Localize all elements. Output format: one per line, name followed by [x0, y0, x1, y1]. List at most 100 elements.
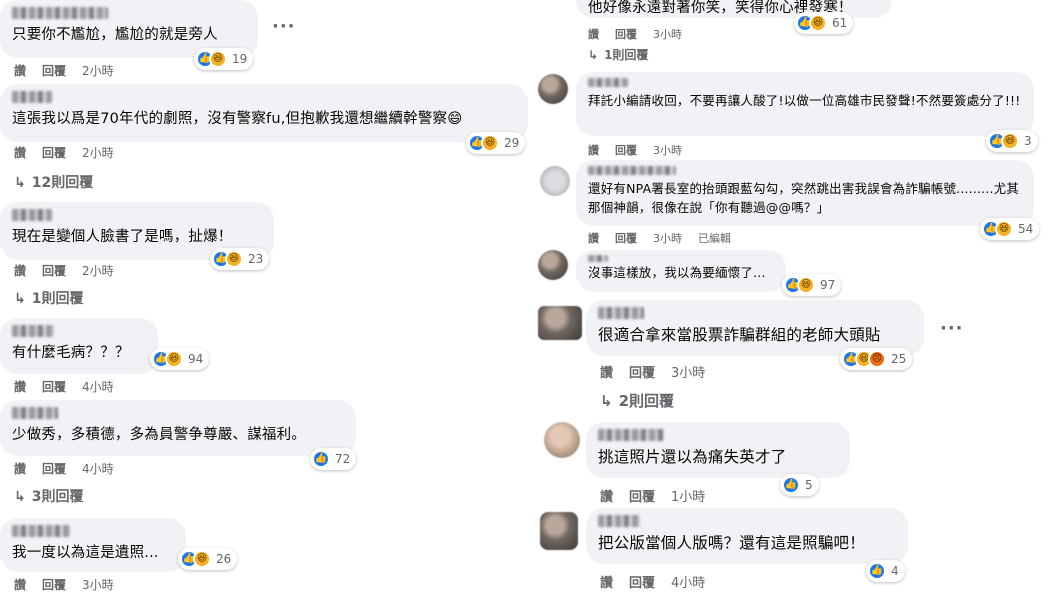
commenter-name[interactable]	[12, 407, 58, 419]
comment-bubble[interactable]: 有什麼毛病？？？	[0, 318, 158, 374]
reaction-summary[interactable]: 👍 72	[310, 448, 357, 470]
like-button[interactable]: 讚	[14, 262, 26, 279]
reaction-summary[interactable]: 👍 😆 97	[782, 274, 842, 296]
reaction-summary[interactable]: 👍 😆 😠 25	[840, 348, 913, 370]
comment-bubble[interactable]: 拜託小編請收回，不要再讓人酸了!以做一位高雄市民發聲!不然要簽處分了!!!	[576, 72, 1034, 136]
like-button[interactable]: 讚	[14, 460, 26, 477]
comment-timestamp[interactable]: 3小時	[653, 142, 682, 158]
reply-button[interactable]: 回覆	[42, 378, 66, 395]
reaction-summary[interactable]: 👍 😆 19	[194, 48, 254, 70]
commenter-name[interactable]	[12, 209, 52, 221]
commenter-name[interactable]	[12, 325, 54, 337]
commenter-name[interactable]	[598, 307, 644, 319]
reaction-summary[interactable]: 👍 😆 61	[794, 12, 854, 34]
comment-text: 我一度以為這是遺照...	[12, 545, 159, 561]
comment-timestamp[interactable]: 1小時	[671, 486, 705, 505]
haha-reaction-icon: 😆	[193, 550, 211, 568]
comment-bubble[interactable]: 這張我以爲是70年代的劇照，沒有警察fu,但抱歉我還想繼續幹警察😄	[0, 84, 528, 142]
reply-button[interactable]: 回覆	[42, 262, 66, 279]
commenter-avatar[interactable]	[538, 250, 568, 280]
commenter-name[interactable]	[588, 78, 628, 87]
comment-timestamp[interactable]: 3小時	[671, 362, 705, 381]
commenter-avatar[interactable]	[540, 166, 570, 196]
commenter-avatar[interactable]	[540, 512, 578, 550]
reply-button[interactable]: 回覆	[42, 576, 66, 593]
commenter-avatar[interactable]	[544, 422, 580, 458]
commenter-name[interactable]	[12, 91, 52, 103]
reaction-summary[interactable]: 👍 😆 3	[986, 130, 1038, 152]
angry-reaction-icon: 😠	[868, 350, 886, 368]
commenter-avatar[interactable]	[538, 74, 568, 104]
more-options-icon[interactable]: ···	[940, 318, 964, 339]
view-replies-link[interactable]: ↳ 1則回覆	[588, 46, 648, 63]
commenter-name[interactable]	[12, 525, 70, 537]
like-button[interactable]: 讚	[14, 378, 26, 395]
haha-reaction-icon: 😆	[209, 50, 227, 68]
comment-timestamp[interactable]: 3小時	[653, 230, 682, 246]
comment-timestamp[interactable]: 4小時	[82, 460, 114, 477]
like-button[interactable]: 讚	[14, 62, 26, 79]
reaction-summary[interactable]: 👍 😆 94	[150, 348, 210, 370]
commenter-avatar[interactable]	[538, 306, 582, 340]
like-button[interactable]: 讚	[600, 486, 613, 505]
comment-timestamp[interactable]: 2小時	[82, 262, 114, 279]
reply-button[interactable]: 回覆	[42, 62, 66, 79]
comment-timestamp[interactable]: 4小時	[82, 378, 114, 395]
comment-bubble[interactable]: 少做秀，多積德，多為員警争尊嚴、謀福利。	[0, 400, 356, 456]
like-button[interactable]: 讚	[14, 576, 26, 593]
reaction-summary[interactable]: 👍 😆 29	[466, 132, 526, 154]
reply-button[interactable]: 回覆	[615, 142, 637, 158]
haha-reaction-icon: 😆	[225, 250, 243, 268]
haha-reaction-icon: 😆	[797, 276, 815, 294]
comment-bubble[interactable]: 我一度以為這是遺照...	[0, 518, 186, 572]
like-button[interactable]: 讚	[588, 26, 599, 42]
reaction-summary[interactable]: 👍 😆 26	[178, 548, 238, 570]
comment-bubble[interactable]: 把公版當個人版嗎？還有這是照騙吧！	[586, 508, 908, 564]
reply-button[interactable]: 回覆	[615, 26, 637, 42]
like-reaction-icon: 👍	[312, 450, 330, 468]
commenter-name[interactable]	[598, 515, 640, 527]
comment-actions: 讚 回覆 3小時	[588, 26, 682, 42]
reply-button[interactable]: 回覆	[42, 460, 66, 477]
view-replies-link[interactable]: ↳ 12則回覆	[14, 172, 93, 192]
comment-actions: 讚 回覆 4小時	[14, 378, 114, 395]
comment-bubble[interactable]: 沒事這樣放，我以為要緬懷了...	[576, 250, 786, 292]
haha-reaction-icon: 😆	[1001, 132, 1019, 150]
reply-arrow-icon: ↳	[14, 291, 26, 307]
commenter-name[interactable]	[598, 429, 664, 441]
comment-timestamp[interactable]: 3小時	[82, 576, 114, 593]
commenter-name[interactable]	[588, 166, 676, 175]
like-button[interactable]: 讚	[14, 144, 26, 161]
haha-reaction-icon: 😆	[165, 350, 183, 368]
more-options-icon[interactable]: ···	[272, 16, 296, 37]
reply-button[interactable]: 回覆	[42, 144, 66, 161]
reaction-summary[interactable]: 👍 😆 54	[980, 218, 1040, 240]
haha-reaction-icon: 😆	[809, 14, 827, 32]
comment-timestamp[interactable]: 4小時	[671, 572, 705, 591]
reaction-count: 4	[891, 564, 899, 578]
like-reaction-icon: 👍	[868, 562, 886, 580]
like-button[interactable]: 讚	[600, 362, 613, 381]
like-button[interactable]: 讚	[600, 572, 613, 591]
like-button[interactable]: 讚	[588, 142, 599, 158]
reply-button[interactable]: 回覆	[629, 486, 655, 505]
reply-button[interactable]: 回覆	[629, 362, 655, 381]
comment-bubble[interactable]: 還好有NPA署長室的抬頭跟藍勾勾，突然跳出害我誤會為詐騙帳號.........尤…	[576, 160, 1034, 226]
view-replies-link[interactable]: ↳ 2則回覆	[600, 390, 674, 411]
reaction-summary[interactable]: 👍 😆 23	[210, 248, 270, 270]
view-replies-link[interactable]: ↳ 1則回覆	[14, 288, 83, 308]
like-reaction-icon: 👍	[782, 476, 800, 494]
comment-actions: 讚 回覆 2小時	[14, 62, 114, 79]
like-button[interactable]: 讚	[588, 230, 599, 246]
reaction-summary[interactable]: 👍 5	[780, 474, 819, 496]
commenter-name[interactable]	[12, 7, 108, 19]
comment-bubble[interactable]: 挑這照片還以為痛失英才了	[586, 422, 850, 478]
reaction-summary[interactable]: 👍 4	[866, 560, 905, 582]
comment-timestamp[interactable]: 3小時	[653, 26, 682, 42]
comment-timestamp[interactable]: 2小時	[82, 144, 114, 161]
comment-timestamp[interactable]: 2小時	[82, 62, 114, 79]
view-replies-link[interactable]: ↳ 3則回覆	[14, 486, 83, 506]
reply-button[interactable]: 回覆	[629, 572, 655, 591]
reply-button[interactable]: 回覆	[615, 230, 637, 246]
commenter-name[interactable]	[588, 255, 608, 262]
